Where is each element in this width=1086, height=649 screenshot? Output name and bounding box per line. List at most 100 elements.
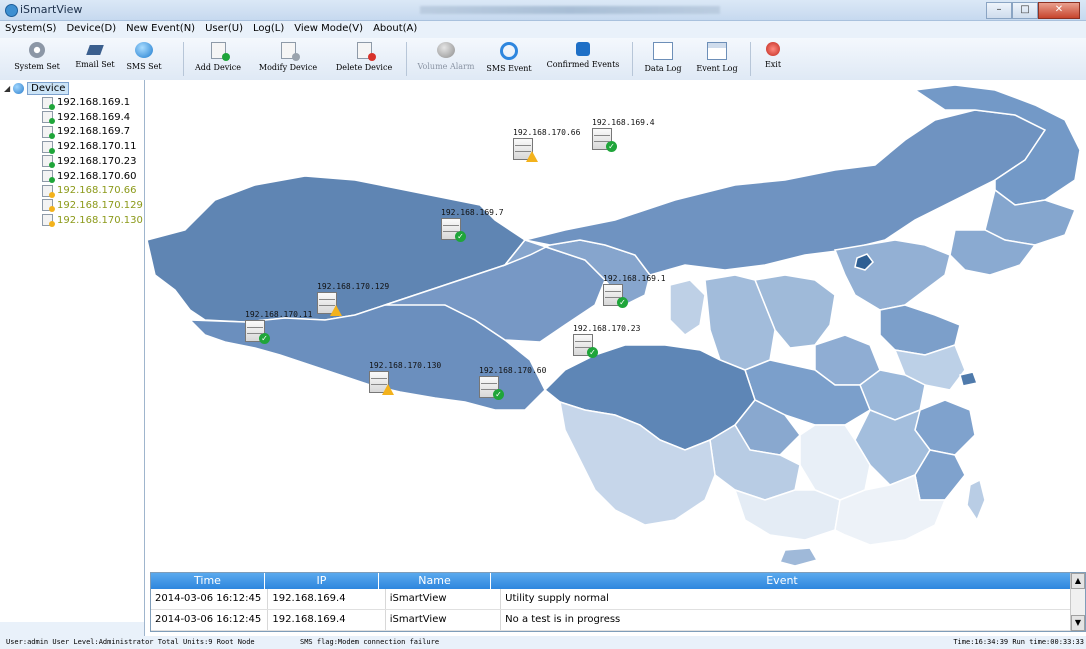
- region-ningxia: [669, 279, 706, 336]
- power-icon: [766, 42, 780, 56]
- map-device-marker[interactable]: 192.168.170.129: [317, 282, 389, 316]
- scroll-down-icon[interactable]: ▼: [1071, 615, 1085, 631]
- email-set-button[interactable]: Email Set: [72, 40, 118, 78]
- marker-ip-label: 192.168.170.11: [245, 310, 313, 319]
- marker-ip-label: 192.168.170.130: [369, 361, 442, 370]
- data-log-button[interactable]: Data Log: [640, 40, 686, 78]
- sms-event-button[interactable]: SMS Event: [486, 40, 532, 78]
- map-device-marker[interactable]: 192.168.169.1 ✓: [603, 274, 666, 308]
- checkmark-icon: ✓: [587, 347, 598, 358]
- menu-about[interactable]: About(A): [368, 21, 422, 38]
- warning-icon: [382, 384, 394, 395]
- expand-arrow-icon[interactable]: ◢: [4, 84, 10, 93]
- add-device-button[interactable]: Add Device: [192, 40, 244, 78]
- menu-device[interactable]: Device(D): [61, 21, 121, 38]
- map-device-marker[interactable]: 192.168.170.11 ✓: [245, 310, 313, 344]
- toolbar-separator: [750, 42, 751, 76]
- col-ip-header[interactable]: IP: [265, 573, 379, 589]
- tree-item-label: 192.168.169.7: [57, 126, 131, 138]
- tree-item-label: 192.168.170.130: [57, 214, 143, 226]
- cell-time: 2014-03-06 16:12:45: [151, 610, 269, 630]
- tree-item-label: 192.168.170.129: [57, 199, 143, 211]
- checkmark-icon: ✓: [606, 141, 617, 152]
- data-log-label: Data Log: [644, 64, 682, 73]
- table-row[interactable]: 2014-03-06 16:12:45 192.168.169.4 iSmartVi…: [151, 589, 1085, 610]
- server-icon: [317, 292, 342, 316]
- server-icon: ✓: [441, 218, 466, 242]
- device-ok-icon: [42, 170, 55, 183]
- menu-view-mode[interactable]: View Mode(V): [289, 21, 368, 38]
- sms-icon: [135, 42, 153, 58]
- modify-device-button[interactable]: Modify Device: [256, 40, 320, 78]
- confirmed-events-label: Confirmed Events: [546, 60, 620, 69]
- menu-new-event[interactable]: New Event(N): [121, 21, 200, 38]
- map-device-marker[interactable]: 192.168.169.7 ✓: [441, 208, 504, 242]
- tree-item-device[interactable]: 192.168.170.60: [42, 170, 137, 183]
- status-user-info: User:admin User Level:Administrator Tota…: [6, 638, 255, 646]
- volume-alarm-button[interactable]: Volume Alarm: [414, 40, 478, 78]
- server-icon: [369, 371, 394, 395]
- menu-system[interactable]: System(S): [0, 21, 61, 38]
- title-bar: iSmartView – □ ✕: [0, 0, 1086, 21]
- tree-item-device[interactable]: 192.168.170.129: [42, 199, 143, 213]
- tree-item-device[interactable]: 192.168.169.1: [42, 96, 131, 110]
- volume-alarm-label: Volume Alarm: [417, 62, 475, 71]
- cell-name: iSmartView: [386, 610, 502, 630]
- col-event-header[interactable]: Event: [491, 573, 1074, 589]
- menu-log[interactable]: Log(L): [248, 21, 289, 38]
- map-device-marker[interactable]: 192.168.170.130: [369, 361, 442, 395]
- system-set-button[interactable]: System Set: [12, 40, 62, 78]
- event-table: Time IP Name Event 2014-03-06 16:12:45 19…: [150, 572, 1086, 632]
- delete-device-label: Delete Device: [335, 63, 393, 72]
- delete-device-button[interactable]: Delete Device: [330, 40, 398, 78]
- exit-label: Exit: [764, 60, 782, 69]
- app-icon: [5, 4, 18, 17]
- tree-root-device[interactable]: ◢ Device: [4, 82, 70, 95]
- marker-ip-label: 192.168.169.4: [592, 118, 655, 127]
- tree-item-device[interactable]: 192.168.169.7: [42, 125, 131, 139]
- event-scrollbar[interactable]: ▲ ▼: [1070, 573, 1085, 631]
- menu-user[interactable]: User(U): [200, 21, 248, 38]
- device-warning-icon: [42, 199, 55, 213]
- map-device-marker[interactable]: 192.168.170.60 ✓: [479, 366, 546, 400]
- device-ok-icon: [42, 96, 55, 110]
- confirmed-events-button[interactable]: Confirmed Events: [542, 40, 624, 78]
- toolbar-separator: [406, 42, 407, 76]
- sidebar-bottom-bar: [0, 622, 144, 636]
- gear-icon: [29, 42, 45, 58]
- map-device-marker[interactable]: 192.168.170.66: [513, 128, 581, 162]
- tree-item-device[interactable]: 192.168.169.4: [42, 111, 130, 125]
- map-device-marker[interactable]: 192.168.170.23 ✓: [573, 324, 640, 358]
- add-device-label: Add Device: [194, 63, 241, 72]
- map-device-marker[interactable]: 192.168.169.4 ✓: [592, 118, 655, 152]
- device-warning-icon: [42, 214, 55, 228]
- tree-item-label: 192.168.170.66: [57, 185, 137, 197]
- exit-button[interactable]: Exit: [758, 40, 788, 78]
- event-log-button[interactable]: Event Log: [694, 40, 740, 78]
- checkmark-icon: ✓: [455, 231, 466, 242]
- tree-item-device[interactable]: 192.168.170.11: [42, 140, 137, 154]
- map-view[interactable]: 192.168.170.66 192.168.169.4 ✓ 192.168.169.…: [145, 80, 1086, 566]
- col-time-header[interactable]: Time: [151, 573, 265, 589]
- minimize-button[interactable]: –: [986, 2, 1012, 19]
- tree-item-device[interactable]: 192.168.170.130: [42, 214, 143, 228]
- add-device-icon: [210, 42, 230, 61]
- table-row[interactable]: 2014-03-06 16:12:45 192.168.169.4 iSmartVi…: [151, 610, 1085, 631]
- scroll-up-icon[interactable]: ▲: [1071, 573, 1085, 589]
- maximize-button[interactable]: □: [1012, 2, 1038, 19]
- cell-ip: 192.168.169.4: [268, 589, 386, 609]
- device-ok-icon: [42, 140, 55, 154]
- col-name-header[interactable]: Name: [379, 573, 491, 589]
- system-set-label: System Set: [14, 62, 60, 71]
- region-taiwan: [966, 478, 986, 522]
- cell-ip: 192.168.169.4: [268, 610, 386, 630]
- checkmark-icon: ✓: [259, 333, 270, 344]
- tree-item-device[interactable]: 192.168.170.23: [42, 155, 137, 169]
- device-ok-icon: [42, 155, 55, 169]
- sms-set-button[interactable]: SMS Set: [126, 40, 162, 78]
- server-icon: ✓: [245, 320, 270, 344]
- tree-item-label: 192.168.169.1: [57, 97, 131, 108]
- tree-item-device[interactable]: 192.168.170.66: [42, 184, 137, 198]
- close-button[interactable]: ✕: [1038, 2, 1080, 19]
- marker-ip-label: 192.168.170.66: [513, 128, 581, 137]
